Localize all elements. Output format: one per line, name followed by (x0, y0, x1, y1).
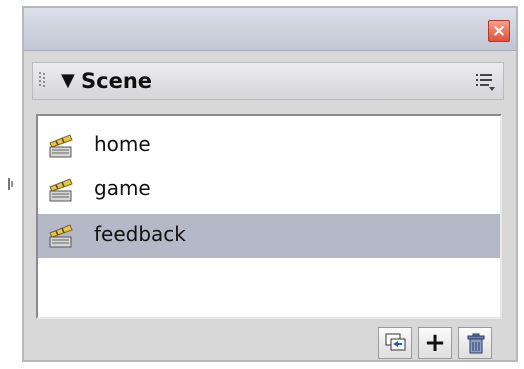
panel-options-icon[interactable] (475, 72, 495, 92)
scene-row-home[interactable]: home (38, 124, 500, 168)
resize-handle-icon (8, 178, 13, 190)
drag-grip-icon[interactable] (39, 72, 45, 90)
close-button[interactable]: × (488, 20, 510, 42)
add-scene-icon: + (424, 328, 446, 358)
add-scene-button[interactable]: + (418, 327, 452, 359)
trash-icon (467, 333, 485, 354)
scene-panel-header[interactable]: ▼ Scene (32, 62, 504, 100)
scene-row-feedback[interactable]: feedback (38, 214, 500, 258)
clapperboard-icon (49, 224, 73, 248)
duplicate-scene-icon (385, 333, 406, 351)
panel-titlebar[interactable]: × (24, 8, 516, 51)
clapperboard-icon (49, 134, 73, 158)
scene-row-game[interactable]: game (38, 168, 500, 212)
scene-panel: × ▼ Scene home game feedback + (22, 6, 518, 362)
scene-list[interactable]: home game feedback (36, 114, 502, 319)
clapperboard-icon (49, 178, 73, 202)
scene-label: feedback (94, 222, 186, 246)
collapse-triangle-icon[interactable]: ▼ (61, 70, 75, 91)
scene-label: home (94, 132, 151, 156)
duplicate-scene-button[interactable] (378, 327, 412, 359)
scene-label: game (94, 176, 151, 200)
panel-title: Scene (81, 69, 153, 93)
delete-scene-button[interactable] (458, 327, 492, 359)
